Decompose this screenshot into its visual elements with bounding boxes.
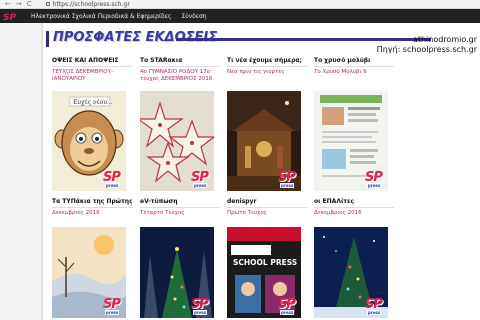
sp-badge-sub: press [367,183,382,188]
lock-icon [45,2,50,6]
sp-badge-sub: press [105,183,120,188]
url-text: https://schoolpress.sch.gr [52,0,130,8]
left-sidebar-stripe [0,23,43,320]
issue-card[interactable]: Τι νέα έχουμε σήμερα; Νέα πριν τις γιορτ… [227,57,307,191]
credit-line-2: Πηγή: schoolpress.sch.gr [376,45,477,54]
sp-badge: SP press [191,170,211,188]
issue-card[interactable]: Τα ΤΥΠάκια της Πρώτης Δεκέμβριος 2016 SP… [52,198,132,318]
issue-cover[interactable]: SCHOOL PRESS SP press [227,227,301,318]
issue-cover[interactable]: SP press [227,91,301,191]
sp-badge-sub: press [367,310,382,315]
sp-badge: SP press [191,297,211,315]
site-logo[interactable]: SP [3,10,17,22]
issue-card[interactable]: ΟΨΕΙΣ ΚΑΙ ΑΠΟΨΕΙΣ ΤΕΥΧΟΣ ΔΕΚΕΜΒΡΙΟΥ-ΙΑΝΟ… [52,57,132,191]
sp-badge-sub: press [193,310,208,315]
issue-subtitle[interactable]: Τέταρτο Τεύχος [140,207,220,219]
issue-cover[interactable]: SP press [140,227,214,318]
issue-card[interactable]: οι ΕΠΑΛίτες Δεκέμβριος 2016 SP press [314,198,394,318]
issue-title[interactable]: denispyr [227,198,307,207]
sp-badge: SP press [103,297,123,315]
issue-title[interactable]: Τι νέα έχουμε σήμερα; [227,57,307,66]
cover-masthead: SCHOOL PRESS [233,258,297,267]
logo-icon: SP [3,13,16,22]
sp-badge-sub: press [105,310,120,315]
issue-card[interactable]: denispyr Πρώτο Τεύχος SCHOOL PRESS SP pre… [227,198,307,318]
issue-subtitle[interactable]: Νέα πριν τις γιορτές [227,66,307,86]
issue-title[interactable]: Το χρυσό μολύβι [314,57,394,66]
issue-subtitle[interactable]: Δεκέμβριος 2016 [314,207,394,219]
section-header: ΠΡΟΣΦΑΤΕΣ ΕΚΔΟΣΕΙΣ [46,29,431,49]
issue-card[interactable]: eV-τύπωση Τέταρτο Τεύχος SP press [140,198,220,318]
forward-icon[interactable]: → [16,0,22,8]
credit-line-1: athinodromio.gr [412,35,477,44]
sp-badge-sub: press [193,183,208,188]
issue-title[interactable]: eV-τύπωση [140,198,220,207]
site-navbar: SP Ηλεκτρονικά Σχολικά Περιοδικά & Εφημε… [0,9,480,23]
section-bar [46,31,49,47]
issue-subtitle[interactable]: Το Χρυσό Μολύβι 9 [314,66,394,86]
address-bar[interactable]: https://schoolpress.sch.gr [45,0,130,8]
issue-cover[interactable]: SP press [52,227,126,318]
issue-card[interactable]: Το STARακια 4ο ΓΥΜΝΑΣΙΟ ΡΟΔΟΥ 17ο τεύχος… [140,57,220,191]
issue-card[interactable]: Το χρυσό μολύβι Το Χρυσό Μολύβι 9 SP pres… [314,57,394,191]
logo-text: SP [3,13,16,22]
issue-title[interactable]: ΟΨΕΙΣ ΚΑΙ ΑΠΟΨΕΙΣ [52,57,132,66]
browser-nav: ← → C [5,0,32,8]
sp-badge: SP press [278,170,298,188]
issue-title[interactable]: οι ΕΠΑΛίτες [314,198,394,207]
cover-caption: Ευχές νέου... [73,99,113,106]
nav-link-login[interactable]: Σύνδεση [181,13,206,20]
sp-badge: SP press [365,170,385,188]
issue-subtitle[interactable]: Δεκέμβριος 2016 [52,207,132,219]
issue-title[interactable]: Το STARακια [140,57,220,66]
source-credit: athinodromio.gr Πηγή: schoolpress.sch.gr [377,35,477,55]
sp-badge: SP press [278,297,298,315]
issue-subtitle[interactable]: ΤΕΥΧΟΣ ΔΕΚΕΜΒΡΙΟΥ-ΙΑΝΟΥΑΡΙΟΥ [52,66,132,86]
sp-badge-sub: press [280,310,295,315]
issue-subtitle[interactable]: Πρώτο Τεύχος [227,207,307,219]
issue-subtitle[interactable]: 4ο ΓΥΜΝΑΣΙΟ ΡΟΔΟΥ 17ο τεύχος ΔΕΚΕΜΒΡΙΟΣ … [140,66,220,86]
stripe-edge [41,23,43,320]
sp-badge: SP press [365,297,385,315]
browser-toolbar: ← → C https://schoolpress.sch.gr [0,0,480,9]
issue-cover[interactable]: Ευχές νέου... SP press [52,91,126,191]
issue-title[interactable]: Τα ΤΥΠάκια της Πρώτης [52,198,132,207]
nav-link-brand[interactable]: Ηλεκτρονικά Σχολικά Περιοδικά & Εφημερίδ… [31,13,171,20]
sp-badge: SP press [103,170,123,188]
issue-cover[interactable]: SP press [140,91,214,191]
issue-cover[interactable]: SP press [314,91,388,191]
issue-cover[interactable]: SP press [314,227,388,318]
sp-badge-sub: press [280,183,295,188]
back-icon[interactable]: ← [5,0,11,8]
reload-icon[interactable]: C [27,0,32,8]
